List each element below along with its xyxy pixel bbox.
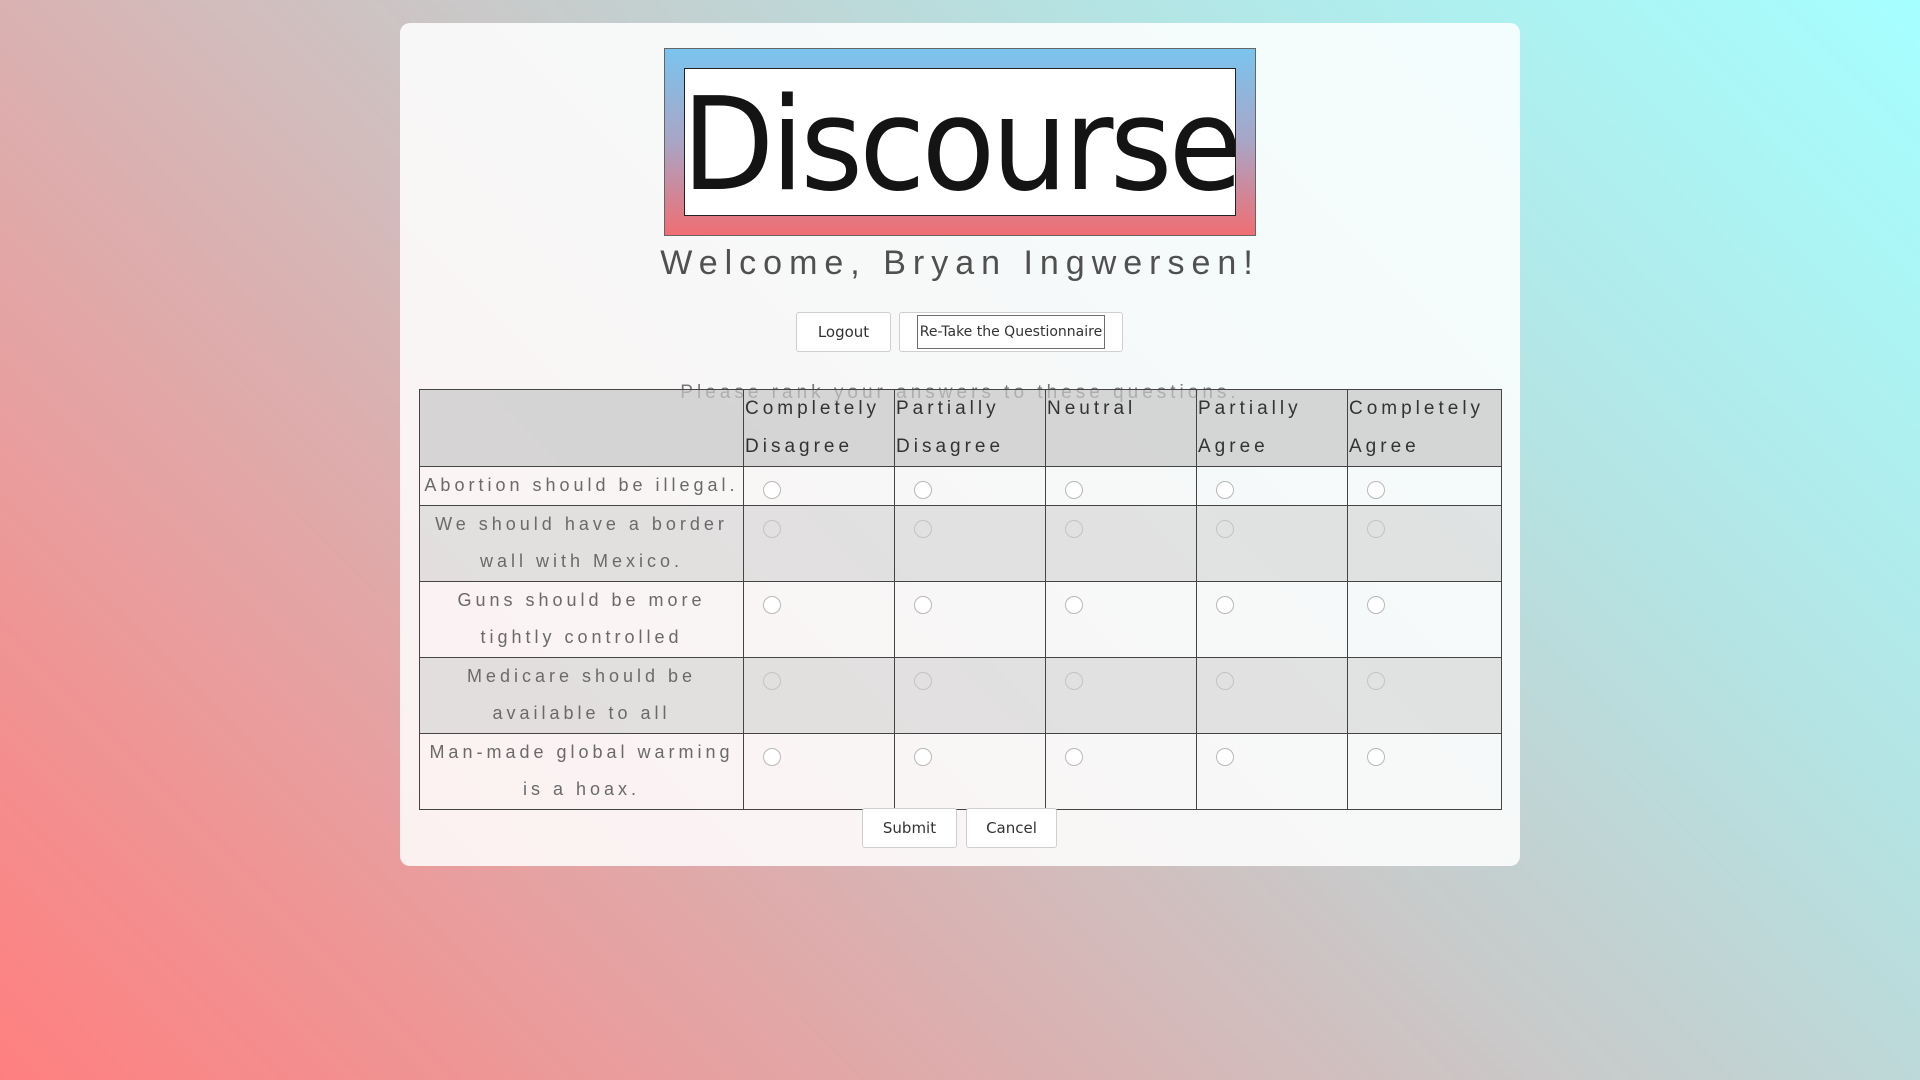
radio-button[interactable] bbox=[763, 671, 781, 690]
question-text: Man-made global warming is a hoax. bbox=[419, 732, 744, 810]
option-cell bbox=[894, 732, 1046, 810]
question-text: Guns should be more tightly controlled bbox=[419, 580, 744, 658]
main-card: Discourse Welcome, Bryan Ingwersen! Logo… bbox=[400, 23, 1520, 866]
option-cell bbox=[894, 656, 1046, 734]
option-cell bbox=[1347, 466, 1502, 506]
retake-questionnaire-button[interactable]: Re-Take the Questionnaire bbox=[899, 312, 1123, 352]
table-header-row: Completely Disagree Partially Disagree N… bbox=[419, 389, 1502, 467]
option-cell bbox=[1196, 504, 1348, 582]
radio-button[interactable] bbox=[1367, 671, 1385, 690]
option-cell bbox=[743, 466, 895, 506]
column-header: Partially Agree bbox=[1196, 389, 1348, 467]
radio-button[interactable] bbox=[763, 747, 781, 766]
logo: Discourse bbox=[664, 48, 1256, 236]
table-row: Abortion should be illegal. bbox=[419, 466, 1502, 506]
submit-button-label: Submit bbox=[882, 819, 937, 837]
radio-button[interactable] bbox=[1216, 595, 1234, 614]
table-row: Medicare should be available to all bbox=[419, 656, 1502, 734]
question-text: Medicare should be available to all bbox=[419, 656, 744, 734]
radio-button[interactable] bbox=[914, 595, 932, 614]
table-row: Guns should be more tightly controlled bbox=[419, 580, 1502, 658]
radio-button[interactable] bbox=[1216, 519, 1234, 538]
option-cell bbox=[894, 580, 1046, 658]
column-header: Partially Disagree bbox=[894, 389, 1046, 467]
option-cell bbox=[1347, 656, 1502, 734]
option-cell bbox=[1045, 466, 1197, 506]
radio-button[interactable] bbox=[763, 519, 781, 538]
option-cell bbox=[1045, 580, 1197, 658]
cancel-button[interactable]: Cancel bbox=[966, 808, 1057, 848]
welcome-heading: Welcome, Bryan Ingwersen! bbox=[660, 244, 1260, 282]
option-cell bbox=[1045, 732, 1197, 810]
option-cell bbox=[743, 504, 895, 582]
header-blank-cell bbox=[419, 389, 744, 467]
column-header: Completely Disagree bbox=[743, 389, 895, 467]
column-header: Completely Agree bbox=[1347, 389, 1502, 467]
radio-button[interactable] bbox=[763, 595, 781, 614]
option-cell bbox=[1045, 504, 1197, 582]
option-cell bbox=[894, 466, 1046, 506]
table-row: Man-made global warming is a hoax. bbox=[419, 732, 1502, 810]
radio-button[interactable] bbox=[914, 519, 932, 538]
question-text: Abortion should be illegal. bbox=[419, 466, 744, 506]
option-cell bbox=[1347, 580, 1502, 658]
option-cell bbox=[1196, 580, 1348, 658]
radio-button[interactable] bbox=[1065, 595, 1083, 614]
radio-button[interactable] bbox=[1367, 519, 1385, 538]
cancel-button-label: Cancel bbox=[986, 819, 1037, 837]
radio-button[interactable] bbox=[914, 481, 932, 499]
radio-button[interactable] bbox=[763, 481, 781, 499]
radio-button[interactable] bbox=[1216, 481, 1234, 499]
radio-button[interactable] bbox=[1065, 519, 1083, 538]
logout-button-label: Logout bbox=[817, 323, 870, 341]
option-cell bbox=[894, 504, 1046, 582]
retake-button-label: Re-Take the Questionnaire bbox=[916, 315, 1106, 349]
radio-button[interactable] bbox=[1367, 747, 1385, 766]
option-cell bbox=[1347, 732, 1502, 810]
option-cell bbox=[743, 732, 895, 810]
questionnaire-table: Completely Disagree Partially Disagree N… bbox=[419, 389, 1502, 810]
logout-button[interactable]: Logout bbox=[796, 312, 891, 352]
radio-button[interactable] bbox=[914, 671, 932, 690]
radio-button[interactable] bbox=[1367, 595, 1385, 614]
logo-text: Discourse bbox=[684, 71, 1236, 216]
radio-button[interactable] bbox=[1065, 481, 1083, 499]
radio-button[interactable] bbox=[914, 747, 932, 766]
radio-button[interactable] bbox=[1065, 747, 1083, 766]
option-cell bbox=[1045, 656, 1197, 734]
table-row: We should have a border wall with Mexico… bbox=[419, 504, 1502, 582]
option-cell bbox=[1196, 732, 1348, 810]
option-cell bbox=[1196, 656, 1348, 734]
radio-button[interactable] bbox=[1367, 481, 1385, 499]
question-text: We should have a border wall with Mexico… bbox=[419, 504, 744, 582]
option-cell bbox=[1196, 466, 1348, 506]
option-cell bbox=[1347, 504, 1502, 582]
submit-button[interactable]: Submit bbox=[862, 808, 957, 848]
option-cell bbox=[743, 656, 895, 734]
radio-button[interactable] bbox=[1216, 747, 1234, 766]
radio-button[interactable] bbox=[1216, 671, 1234, 690]
logo-box: Discourse bbox=[684, 68, 1236, 216]
option-cell bbox=[743, 580, 895, 658]
radio-button[interactable] bbox=[1065, 671, 1083, 690]
column-header: Neutral bbox=[1045, 389, 1197, 467]
